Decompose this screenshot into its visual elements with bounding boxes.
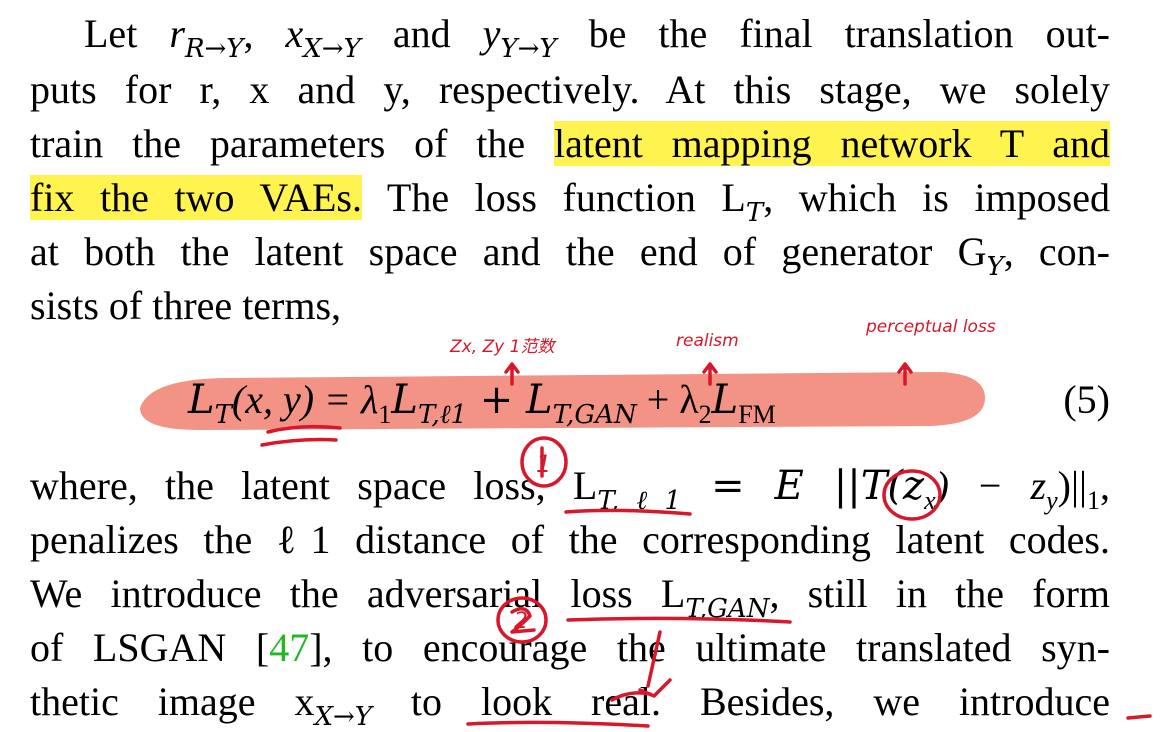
math-loss-symbol: L: [711, 377, 739, 423]
text-run: , which is imposed: [763, 175, 1110, 220]
text-run: train the parameters of the: [30, 121, 554, 166]
text-line-7: where, the latent space loss, LT,ℓ1 = E …: [30, 458, 1110, 514]
math-term: = E ||T(z: [681, 463, 925, 509]
text-run: ,: [243, 11, 286, 56]
text-run: where, the latent space loss, L: [30, 463, 598, 508]
text-run: penalizes the ℓ1 distance of the corresp…: [30, 517, 1110, 562]
text-run: be the final translation out-: [556, 11, 1111, 56]
math-term: ) − z: [935, 463, 1047, 508]
math-subscript: T,ℓ1: [417, 400, 468, 430]
math-var: y: [482, 11, 501, 56]
math-subscript: 1: [378, 400, 392, 429]
equation-number: (5): [1063, 377, 1110, 422]
text-run: The loss function L: [362, 175, 746, 220]
math-subscript: T: [214, 400, 232, 430]
text-line-8: penalizes the ℓ1 distance of the corresp…: [30, 512, 1110, 568]
math-subscript: 2: [698, 400, 712, 429]
paper-page: Let rR→Y, xX→Y and yY→Y be the final tra…: [0, 0, 1164, 730]
math-term: + λ: [636, 377, 699, 422]
math-args: (x, y) = λ: [231, 377, 379, 422]
equation-body: LT(x, y) = λ1LT,ℓ1 + LT,GAN + λ2LFM: [188, 365, 776, 435]
text-line-3: train the parameters of the latent mappi…: [30, 116, 1110, 172]
math-subscript: FM: [738, 400, 776, 429]
text-line-10: of LSGAN [47], to encourage the ultimate…: [30, 620, 1110, 676]
text-run: thetic image x: [30, 679, 315, 724]
highlighted-text: latent mapping network T and: [554, 121, 1110, 166]
math-subscript: X→Y: [314, 702, 372, 732]
text-run: sists of three terms,: [30, 283, 342, 328]
math-loss-symbol: L: [188, 377, 215, 423]
text-line-4: fix the two VAEs. The loss function LT, …: [30, 170, 1110, 226]
math-subscript: T,GAN: [552, 400, 637, 430]
text-run: Let: [84, 11, 170, 56]
text-line-9: We introduce the adversarial loss LT,GAN…: [30, 566, 1110, 622]
math-loss-symbol: L: [391, 377, 418, 423]
math-subscript: Y→Y: [500, 34, 557, 64]
math-var: x: [285, 11, 304, 56]
text-run: , con-: [1003, 229, 1111, 274]
math-term: )||: [1057, 463, 1088, 508]
math-subscript: X→Y: [303, 34, 361, 64]
text-run: We introduce the adversarial loss L: [30, 571, 686, 616]
text-line-2: puts for r, x and y, respectively. At th…: [30, 62, 1110, 118]
text-line-1: Let rR→Y, xX→Y and yY→Y be the final tra…: [30, 6, 1110, 62]
math-subscript: x: [924, 486, 936, 515]
text-run: and: [360, 11, 483, 56]
pen-underline: [260, 437, 338, 447]
math-term: + L: [467, 377, 553, 423]
citation-link[interactable]: 47: [269, 625, 309, 670]
text-run: of LSGAN [: [30, 625, 270, 670]
text-line-5: at both the latent space and the end of …: [30, 224, 1110, 280]
math-var: r: [169, 11, 185, 56]
text-run: at both the latent space and the end of …: [30, 229, 987, 274]
text-run: ,: [1100, 463, 1111, 508]
highlighted-text: fix the two VAEs.: [30, 175, 362, 220]
text-line-6: sists of three terms,: [30, 278, 1110, 334]
text-run: , still in the form: [769, 571, 1110, 616]
text-run: puts for r, x and y, respectively. At th…: [30, 67, 1110, 112]
handwritten-note-1: Zx, Zy 1范数: [449, 337, 556, 357]
math-subscript: R→Y: [184, 34, 244, 64]
handwritten-note-2: realism: [676, 331, 739, 351]
text-run: ], to encourage the ultimate translated …: [309, 625, 1110, 670]
text-line-11: thetic image xX→Y to look real. Besides,…: [30, 674, 1110, 730]
text-run: to look real. Besides, we introduce: [371, 679, 1110, 724]
math-subscript: y: [1046, 486, 1058, 515]
math-subscript: 1: [1087, 486, 1101, 515]
equation-5: LT(x, y) = λ1LT,ℓ1 + LT,GAN + λ2LFM (5): [140, 365, 1110, 435]
